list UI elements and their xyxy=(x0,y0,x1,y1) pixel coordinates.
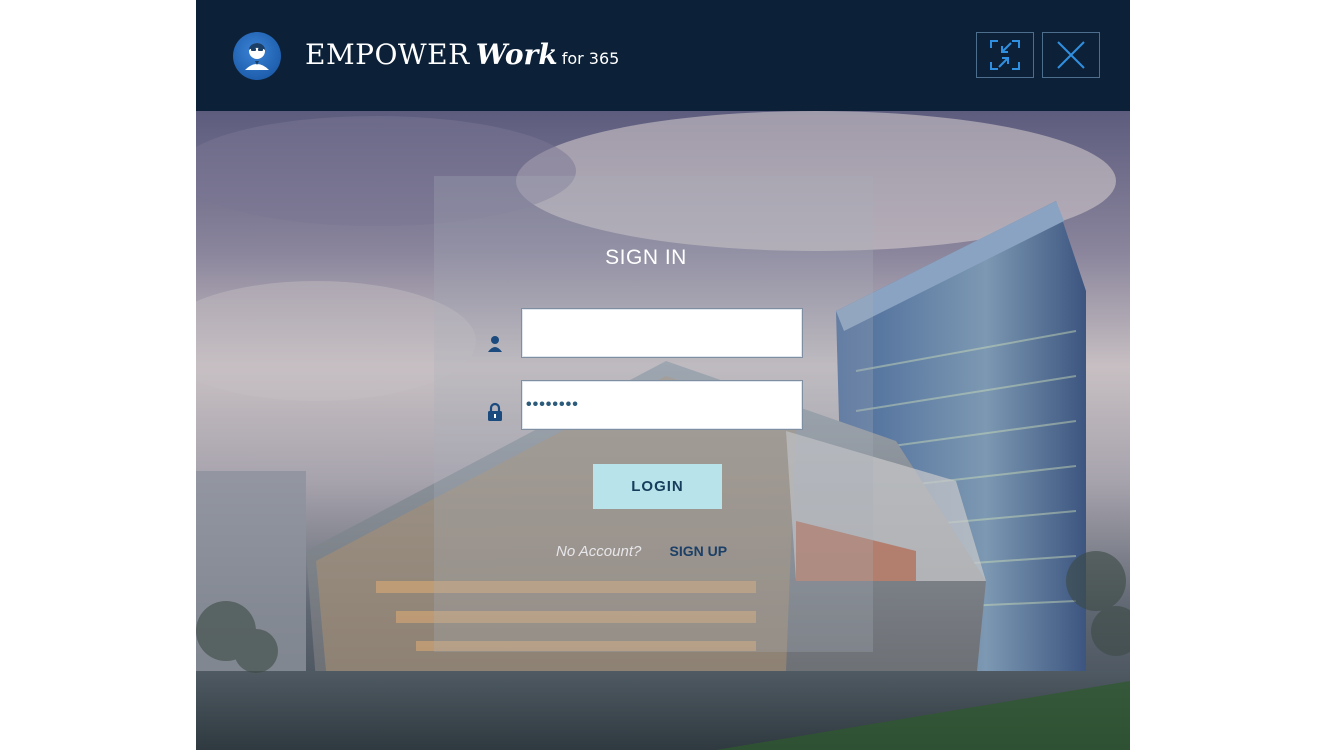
app-window: EMPOWER Work for 365 SIGN IN •••••••• LO… xyxy=(196,0,1130,750)
brand-name: EMPOWER xyxy=(305,38,470,71)
logo-avatar-icon xyxy=(233,32,281,80)
brand-suffix: for 365 xyxy=(561,49,620,68)
restore-down-icon xyxy=(990,40,1020,70)
restore-button[interactable] xyxy=(976,32,1034,78)
title-bar: EMPOWER Work for 365 xyxy=(196,0,1130,111)
background-photo: SIGN IN LOGIN No Account? SIGN UP xyxy=(196,111,1130,750)
close-button[interactable] xyxy=(1042,32,1100,78)
signup-row: No Account? SIGN UP xyxy=(556,543,727,560)
close-icon xyxy=(1057,41,1085,69)
signin-title: SIGN IN xyxy=(605,246,687,269)
signup-link[interactable]: SIGN UP xyxy=(670,543,728,559)
login-button[interactable]: LOGIN xyxy=(593,464,722,509)
password-input[interactable] xyxy=(521,380,803,430)
app-brand: EMPOWER Work for 365 xyxy=(305,38,619,71)
username-input[interactable] xyxy=(521,308,803,358)
brand-script: Work xyxy=(475,38,558,71)
no-account-text: No Account? xyxy=(556,543,642,560)
user-icon xyxy=(487,335,503,357)
signin-card: SIGN IN LOGIN No Account? SIGN UP xyxy=(434,176,873,652)
lock-icon xyxy=(487,402,503,426)
